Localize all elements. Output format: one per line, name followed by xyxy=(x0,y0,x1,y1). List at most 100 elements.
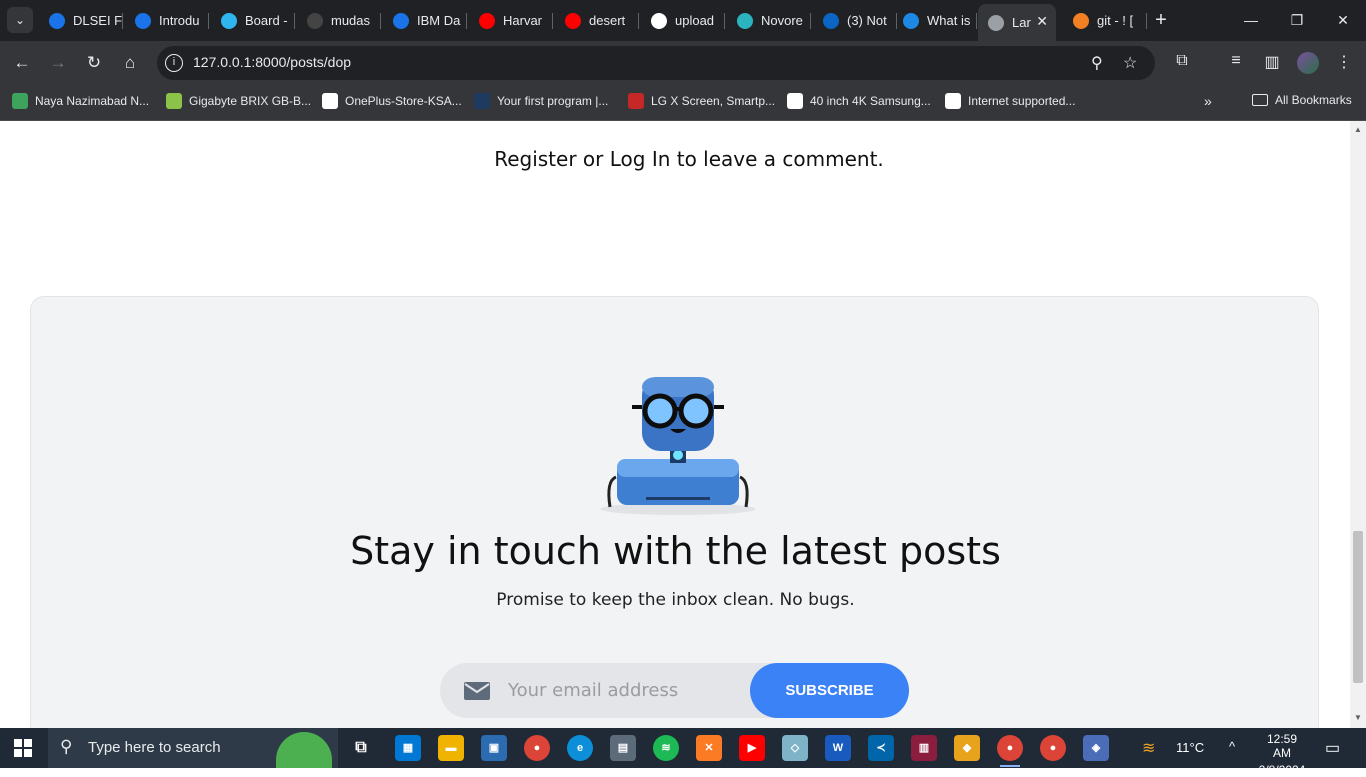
task-view-icon[interactable]: ⧉ xyxy=(348,735,374,761)
taskbar-search[interactable]: ⚲ Type here to search xyxy=(48,728,338,768)
side-panel-icon[interactable]: ▥ xyxy=(1261,52,1283,72)
subscribe-button[interactable]: SUBSCRIBE xyxy=(750,663,909,718)
chrome-profile-icon[interactable]: ● xyxy=(1040,735,1066,761)
folder-icon xyxy=(1252,94,1268,106)
scroll-down-arrow-icon[interactable]: ▼ xyxy=(1354,713,1362,722)
all-bookmarks-folder[interactable]: All Bookmarks xyxy=(1252,93,1352,107)
address-bar[interactable]: i 127.0.0.1:8000/posts/dop ⚲ ☆ xyxy=(157,46,1155,80)
show-hidden-icons-icon[interactable]: ^ xyxy=(1229,739,1235,754)
youtube-icon xyxy=(479,12,495,29)
browser-tab[interactable]: Board - xyxy=(211,6,295,35)
c-logo-icon xyxy=(135,12,151,29)
scroll-up-arrow-icon[interactable]: ▲ xyxy=(1354,125,1362,134)
windows-start-icon[interactable] xyxy=(14,739,32,757)
bookmark-item[interactable]: LG X Screen, Smartp... xyxy=(628,93,775,109)
tab-title: mudas xyxy=(331,13,371,28)
bookmark-item[interactable]: OnePlus-Store-KSA... xyxy=(322,93,462,109)
bookmark-item[interactable]: 40 inch 4K Samsung... xyxy=(787,93,931,109)
restore-button[interactable]: ❐ xyxy=(1274,0,1320,41)
page-scrollbar[interactable]: ▲ ▼ xyxy=(1350,121,1366,728)
browser-tab[interactable]: IBM Da xyxy=(383,6,467,35)
git-icon[interactable]: ◈ xyxy=(1083,735,1109,761)
vscode-icon[interactable]: ≺ xyxy=(868,735,894,761)
browser-toolbar: ← → ↻ ⌂ i 127.0.0.1:8000/posts/dop ⚲ ☆ ⧉… xyxy=(0,41,1366,85)
weather-icon[interactable]: ≋ xyxy=(1142,738,1155,758)
close-window-button[interactable]: ✕ xyxy=(1320,0,1366,41)
more-bookmarks-icon[interactable]: » xyxy=(1204,93,1212,109)
clock-time: 12:59 AM xyxy=(1266,732,1298,760)
bookmark-item[interactable]: Your first program |... xyxy=(474,93,608,109)
url-text[interactable]: 127.0.0.1:8000/posts/dop xyxy=(193,54,351,70)
xampp-icon[interactable]: ✕ xyxy=(696,735,722,761)
email-input[interactable] xyxy=(508,673,738,708)
network-app-icon[interactable]: ▤ xyxy=(610,735,636,761)
or-text: or xyxy=(576,147,610,171)
browser-tab[interactable]: What is xyxy=(893,6,977,35)
bookmark-label: 40 inch 4K Samsung... xyxy=(810,94,931,108)
new-tab-button[interactable]: + xyxy=(1150,8,1172,32)
forward-button[interactable]: → xyxy=(46,51,70,75)
extensions-icon[interactable]: ⧉ xyxy=(1171,52,1193,70)
comment-prompt-rest: to leave a comment. xyxy=(670,147,884,171)
browser-tab[interactable]: (3) Not xyxy=(813,6,897,35)
chrome-active-icon[interactable]: ● xyxy=(997,735,1023,767)
tab-close-icon[interactable]: ✕ xyxy=(1036,13,1048,30)
app-icon[interactable]: ▣ xyxy=(481,735,507,761)
youtube-icon[interactable]: ▶ xyxy=(739,735,765,761)
bookmark-item[interactable]: Gigabyte BRIX GB-B... xyxy=(166,93,311,109)
file-explorer-icon[interactable]: ▬ xyxy=(438,735,464,761)
media-controls-icon[interactable]: ≡ xyxy=(1225,52,1247,70)
bookmark-label: LG X Screen, Smartp... xyxy=(651,94,776,108)
tab-title: Board - xyxy=(245,13,288,28)
back-button[interactable]: ← xyxy=(10,51,34,75)
tab-separator xyxy=(1146,13,1147,29)
minimize-button[interactable]: — xyxy=(1228,0,1274,41)
login-link[interactable]: Log In xyxy=(610,147,671,171)
clock[interactable]: 12:59 AM 2/8/2024 xyxy=(1257,732,1307,777)
spotify-icon[interactable]: ≋ xyxy=(653,735,679,761)
browser-tab[interactable]: upload xyxy=(641,6,725,35)
cyberduck-icon[interactable]: ◆ xyxy=(954,735,980,761)
tab-separator xyxy=(976,13,977,29)
home-button[interactable]: ⌂ xyxy=(118,51,142,75)
zoom-icon[interactable]: ⚲ xyxy=(1091,53,1103,73)
profile-avatar[interactable] xyxy=(1297,52,1319,74)
weather-temp[interactable]: 11°C xyxy=(1176,740,1204,755)
tab-title: Harvar xyxy=(503,13,543,28)
tab-title: (3) Not xyxy=(847,13,887,28)
browser-tab[interactable]: mudas xyxy=(297,6,381,35)
browser-tab[interactable]: Lar ✕ xyxy=(978,4,1056,41)
tab-separator xyxy=(122,13,123,29)
subscribe-form: SUBSCRIBE xyxy=(440,663,909,718)
browser-tab[interactable]: Novore xyxy=(727,6,811,35)
bookmark-favicon-icon xyxy=(787,93,803,109)
bookmark-item[interactable]: Internet supported... xyxy=(945,93,1075,109)
word-icon[interactable]: W xyxy=(825,735,851,761)
browser-tab[interactable]: desert xyxy=(555,6,639,35)
winrar-icon[interactable]: ▥ xyxy=(911,735,937,761)
browser-tab[interactable]: git - ! [ xyxy=(1063,6,1147,35)
bookmark-item[interactable]: Naya Nazimabad N... xyxy=(12,93,149,109)
bookmark-favicon-icon xyxy=(474,93,490,109)
scroll-thumb[interactable] xyxy=(1353,531,1363,683)
tab-title: upload xyxy=(675,13,715,28)
bookmark-star-icon[interactable]: ☆ xyxy=(1123,53,1137,73)
notes-icon[interactable]: ◇ xyxy=(782,735,808,761)
browser-tab[interactable]: DLSEI F xyxy=(39,6,123,35)
menu-kebab-icon[interactable]: ⋮ xyxy=(1333,52,1355,72)
notifications-icon[interactable]: ▭ xyxy=(1325,738,1340,758)
browser-tab[interactable]: Introdu xyxy=(125,6,209,35)
google-icon xyxy=(651,12,667,29)
linkedin-icon xyxy=(823,12,839,29)
newsletter-card: Stay in touch with the latest posts Prom… xyxy=(30,296,1319,728)
site-info-icon[interactable]: i xyxy=(165,54,183,72)
tab-search-button[interactable]: ⌄ xyxy=(7,7,33,33)
bookmarks-bar: Naya Nazimabad N... Gigabyte BRIX GB-B...… xyxy=(0,85,1366,121)
reload-button[interactable]: ↻ xyxy=(82,51,106,75)
asterisk-icon xyxy=(221,12,237,29)
edge-icon[interactable]: e xyxy=(567,735,593,761)
store-icon[interactable]: ▦ xyxy=(395,735,421,761)
register-link[interactable]: Register xyxy=(494,147,576,171)
chrome-icon[interactable]: ● xyxy=(524,735,550,761)
browser-tab[interactable]: Harvar xyxy=(469,6,553,35)
